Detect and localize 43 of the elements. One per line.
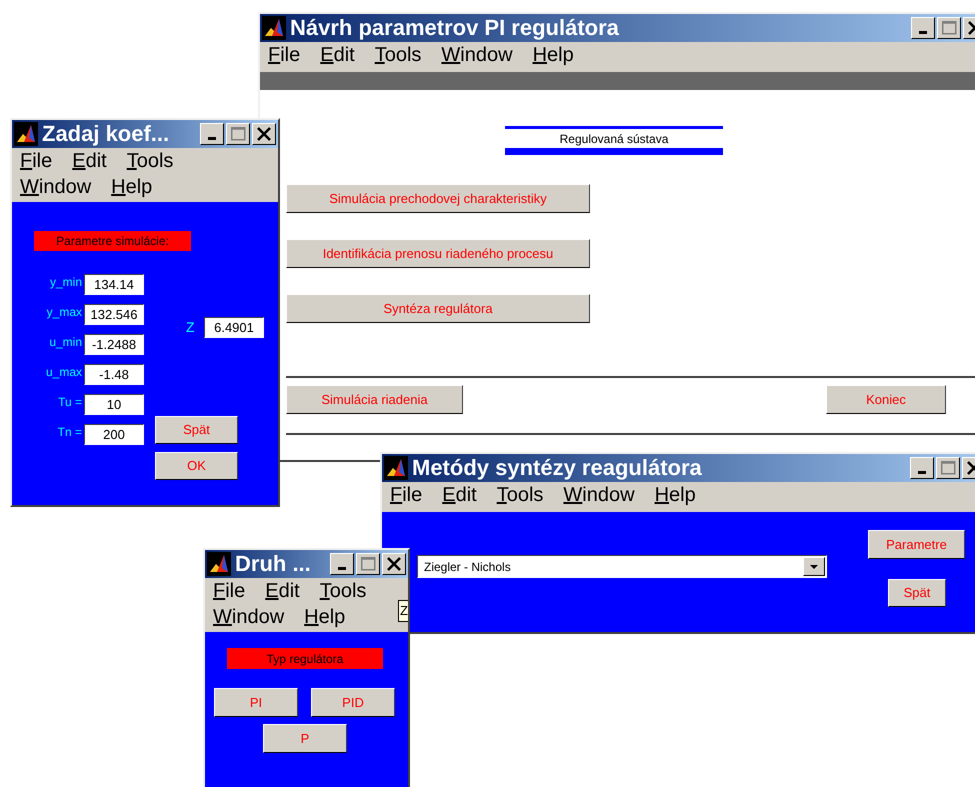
menu-item[interactable]: Help	[304, 604, 346, 630]
field-label: Z	[186, 318, 196, 336]
window-title: Metódy syntézy reagulátora	[412, 457, 702, 479]
window-title: Zadaj koef...	[42, 123, 170, 145]
field-label: y_min	[48, 274, 82, 290]
method-dropdown[interactable]: Ziegler - Nichols	[417, 555, 827, 578]
field-label: u_min	[48, 334, 82, 350]
menu-item[interactable]: Edit	[442, 482, 477, 508]
menu-item[interactable]: File	[20, 148, 52, 174]
input-field[interactable]: 200	[84, 424, 144, 445]
window-title: Druh ...	[235, 553, 311, 575]
window-title: Návrh parametrov PI regulátora	[290, 17, 619, 39]
field-label: y_max	[46, 304, 82, 320]
menu-item[interactable]: Tools	[374, 42, 422, 68]
heading-label: Parametre simulácie:	[34, 231, 191, 251]
input-field[interactable]: -1.48	[84, 364, 144, 385]
menu-item[interactable]: Help	[111, 174, 152, 200]
menu-item[interactable]: Tools	[496, 482, 544, 508]
menu-item[interactable]: Edit	[72, 148, 107, 174]
field-label: u_max	[44, 364, 82, 380]
input-field[interactable]: 134.14	[84, 274, 144, 295]
input-field[interactable]: 10	[84, 394, 144, 415]
menu-item[interactable]: Help	[654, 482, 696, 508]
input-field[interactable]: 6.4901	[204, 317, 264, 338]
menu-item[interactable]: Window	[563, 482, 635, 508]
menu-item[interactable]: Help	[532, 42, 574, 68]
menu-item[interactable]: File	[390, 482, 422, 508]
field-label: Tn =	[56, 424, 82, 440]
field-label: Tu =	[57, 394, 82, 410]
menu-item[interactable]: File	[268, 42, 300, 68]
menu-item[interactable]: Window	[20, 174, 92, 200]
menu-item[interactable]: File	[213, 578, 246, 604]
menu-item[interactable]: Window	[213, 604, 284, 630]
menu-item[interactable]: Tools	[320, 578, 366, 604]
field-fragment: Z	[398, 600, 408, 622]
heading-label: Typ regulátora	[227, 648, 383, 669]
menu-item[interactable]: Window	[441, 42, 513, 68]
input-field[interactable]: 132.546	[84, 304, 144, 325]
section-label: Regulovaná sústava	[558, 131, 670, 147]
input-field[interactable]: -1.2488	[84, 334, 144, 355]
menu-item[interactable]: Edit	[265, 578, 300, 604]
menu-item[interactable]: Edit	[320, 42, 355, 68]
menu-item[interactable]: Tools	[126, 148, 174, 174]
